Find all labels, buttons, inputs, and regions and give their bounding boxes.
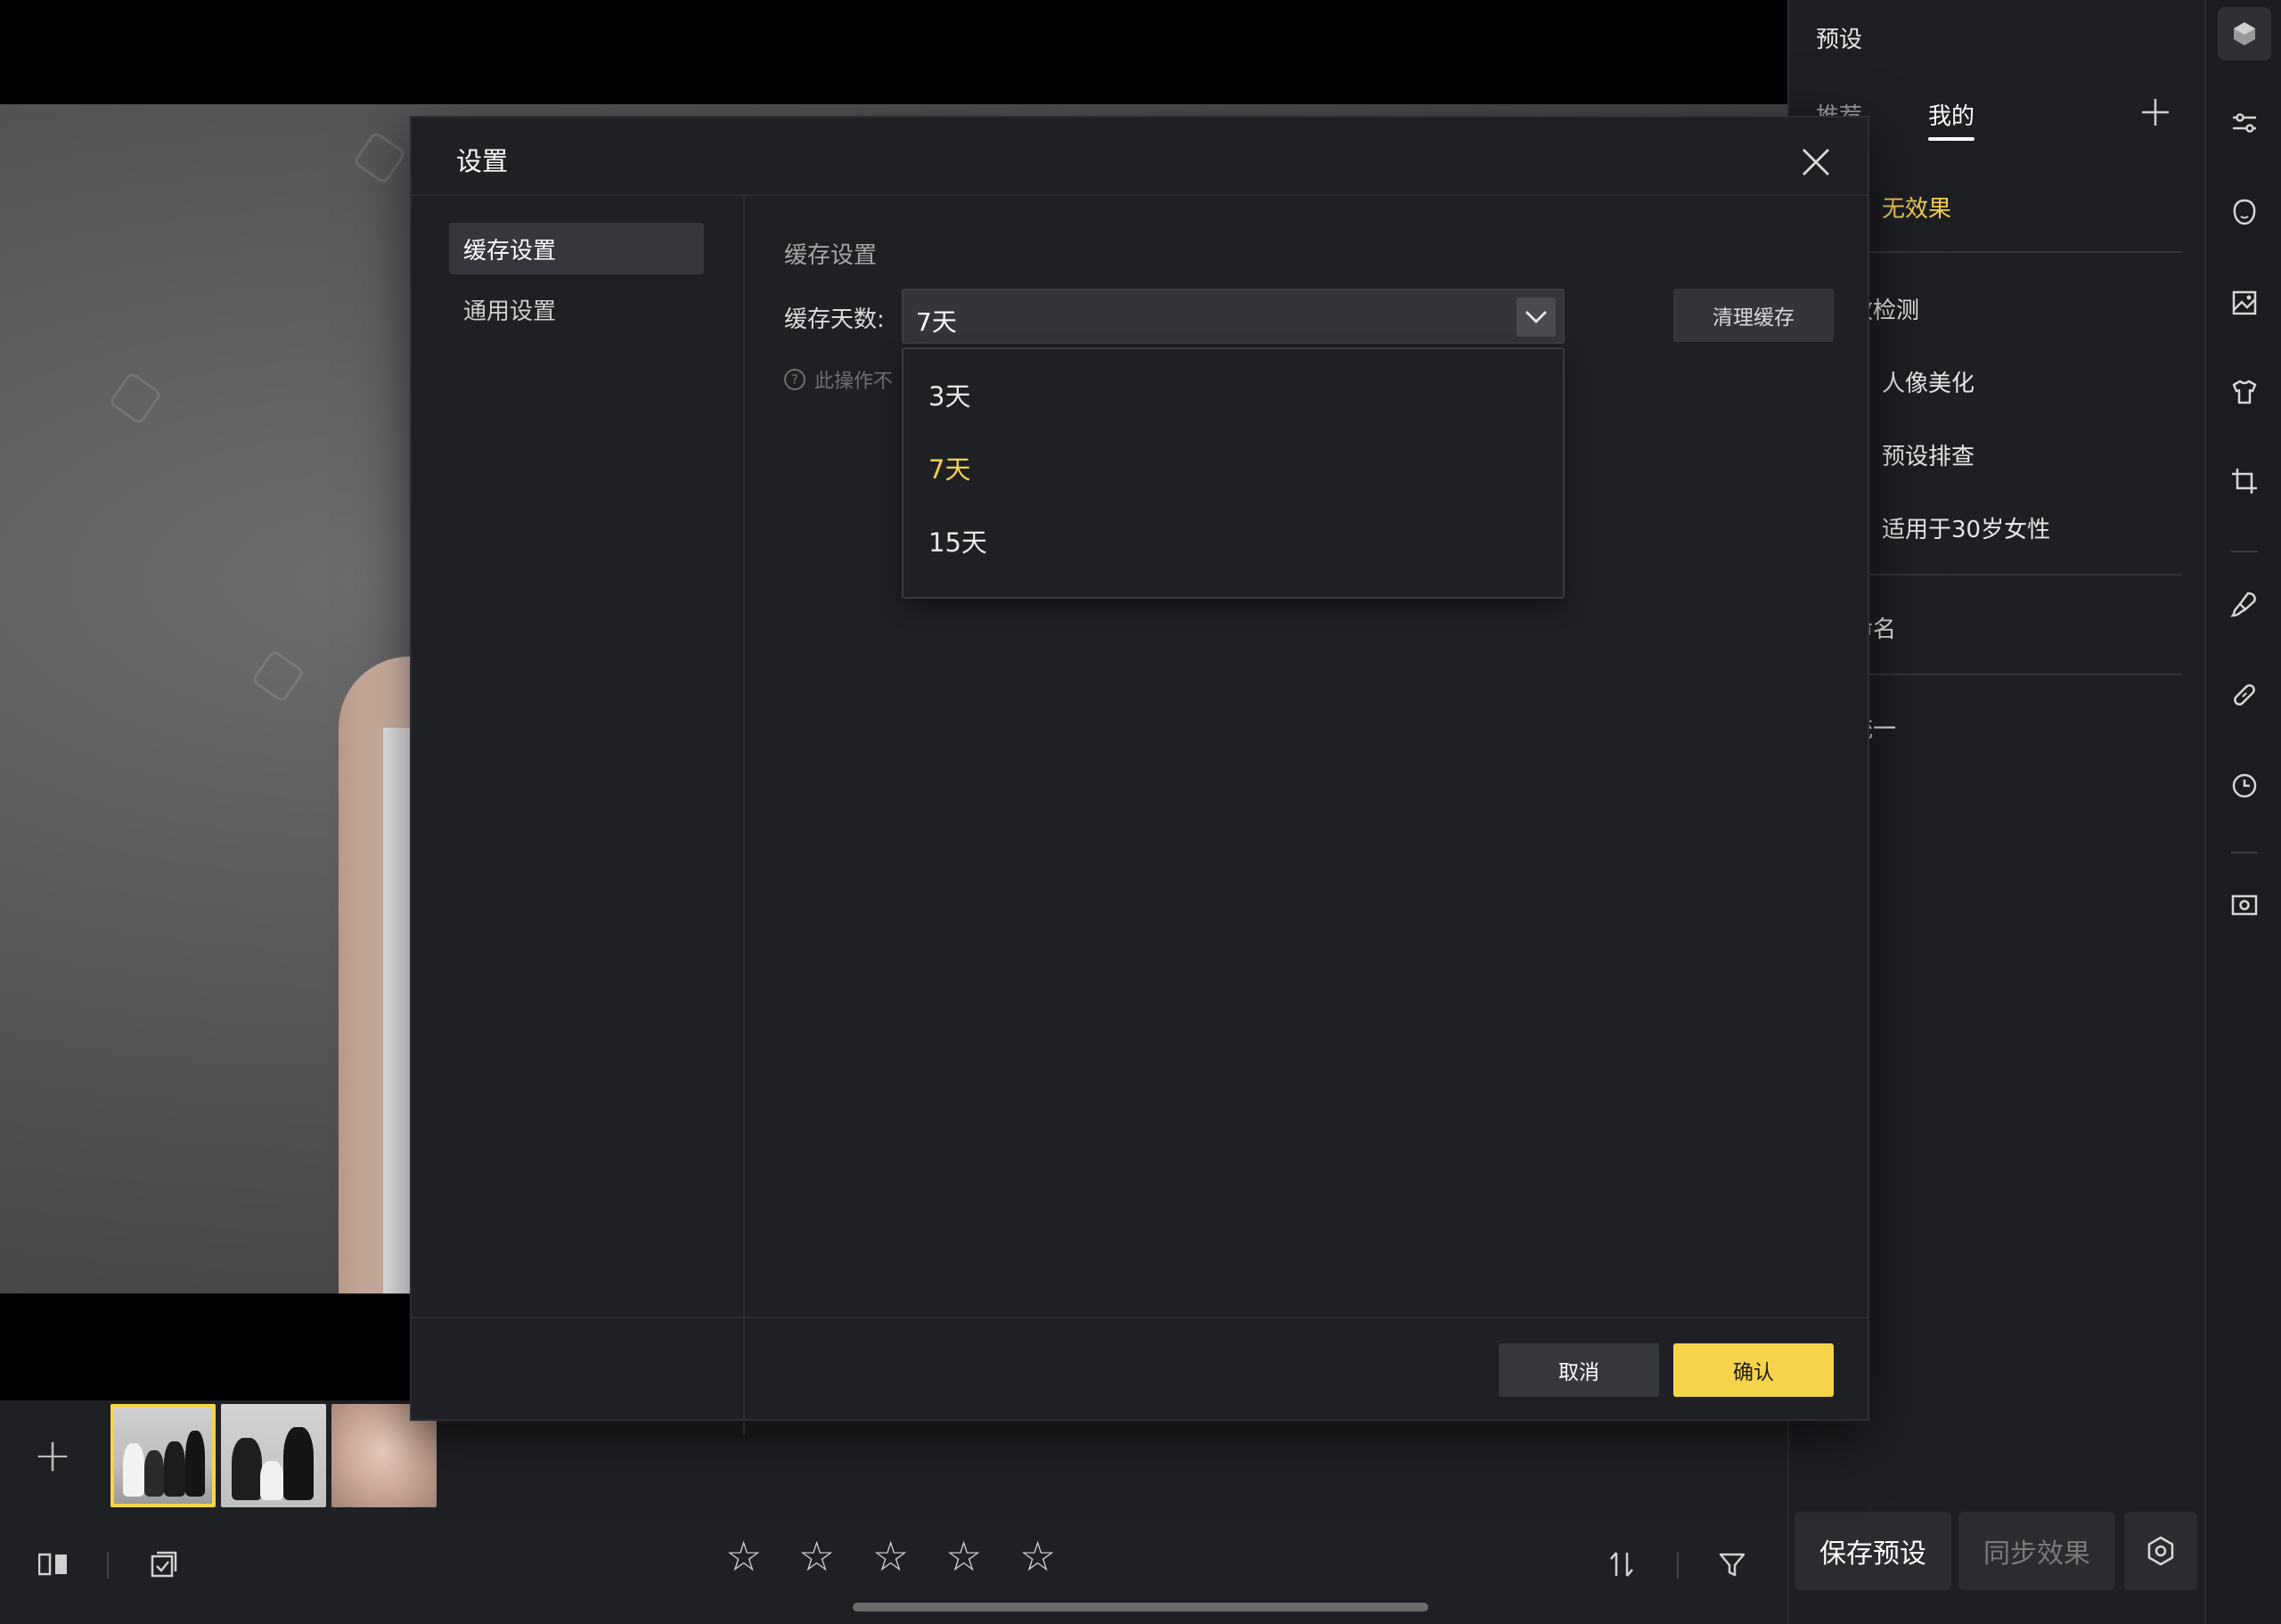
rating-star-icon-5[interactable]: ☆ [1019, 1532, 1056, 1580]
dialog-title: 设置 [456, 146, 509, 176]
cache-days-dropdown: 3天 7天 15天 [902, 347, 1565, 599]
dialog-footer-divider [412, 1317, 1868, 1318]
option-3-days[interactable]: 3天 [928, 376, 970, 413]
cache-days-label: 缓存天数: [784, 306, 885, 333]
section-title: 缓存设置 [784, 242, 878, 269]
add-preset-icon[interactable] [2140, 89, 2171, 137]
tool-rail [2204, 0, 2281, 1624]
clothing-icon[interactable] [2218, 365, 2271, 419]
hint-text: 此操作不 [814, 371, 894, 393]
preset-check[interactable]: 预设排查 [1882, 438, 1974, 471]
toolbar-divider [107, 1552, 109, 1579]
active-tab-indicator [1928, 137, 1974, 141]
compare-split-icon[interactable] [27, 1538, 80, 1591]
rating-star-icon-1[interactable]: ☆ [725, 1532, 762, 1580]
dialog-sidebar-divider [743, 196, 745, 1434]
horizontal-scrollbar[interactable] [853, 1603, 1428, 1612]
settings-gear-icon[interactable] [2124, 1512, 2197, 1590]
face-outline-icon[interactable] [2218, 185, 2271, 239]
chevron-down-icon[interactable] [1517, 298, 1556, 337]
rating-star-icon-4[interactable]: ☆ [945, 1532, 982, 1580]
select-checkbox-icon[interactable] [137, 1538, 191, 1591]
divider [1816, 673, 2181, 675]
cache-days-select[interactable]: 7天 [902, 289, 1565, 344]
settings-dialog: 设置 缓存设置 通用设置 缓存设置 缓存天数: 7天 清理缓存 ? 此操作不 3… [410, 116, 1869, 1434]
cache-days-value: 7天 [916, 307, 957, 337]
top-bar [0, 0, 1787, 104]
cache-hint: ? 此操作不 [784, 365, 893, 394]
rating-star-icon-2[interactable]: ☆ [798, 1532, 835, 1580]
dialog-header-divider [412, 194, 1868, 196]
brush-icon[interactable] [2218, 577, 2271, 631]
clear-cache-button[interactable]: 清理缓存 [1673, 289, 1834, 342]
rating-star-icon-3[interactable]: ☆ [872, 1532, 909, 1580]
thumbnail-family-2[interactable] [221, 1404, 326, 1507]
option-15-days[interactable]: 15天 [928, 522, 987, 559]
preset-portrait-beauty[interactable]: 人像美化 [1882, 365, 1974, 398]
crop-icon[interactable] [2218, 454, 2271, 508]
cancel-button[interactable]: 取消 [1499, 1343, 1659, 1397]
rail-divider [2231, 551, 2258, 552]
rail-divider [2231, 852, 2258, 853]
thumbnail-family-1[interactable] [110, 1404, 216, 1507]
bandage-icon[interactable] [2218, 668, 2271, 722]
preset-age30-female[interactable]: 适用于30岁女性 [1882, 511, 2050, 544]
close-icon[interactable] [1789, 135, 1843, 189]
option-7-days[interactable]: 7天 [928, 449, 970, 486]
watermark-icon [352, 130, 407, 185]
confirm-button[interactable]: 确认 [1673, 1343, 1834, 1397]
divider [1816, 574, 2181, 575]
history-clock-icon[interactable] [2218, 759, 2271, 812]
watermark-icon [250, 649, 306, 704]
toolbar-divider [1677, 1552, 1679, 1579]
sync-effect-button[interactable]: 同步效果 [1958, 1512, 2115, 1590]
save-preset-button[interactable]: 保存预设 [1795, 1512, 1951, 1590]
sliders-icon[interactable] [2218, 96, 2271, 150]
sort-icon[interactable] [1595, 1538, 1648, 1591]
add-photo-button[interactable]: + [0, 1400, 105, 1511]
image-icon[interactable] [2218, 276, 2271, 330]
preset-no-effect[interactable]: 无效果 [1882, 191, 1951, 224]
camera-icon[interactable] [2218, 878, 2271, 932]
divider [1816, 251, 2181, 253]
filter-funnel-icon[interactable] [1705, 1538, 1759, 1591]
tab-mine[interactable]: 我的 [1928, 98, 1974, 131]
question-circle-icon: ? [784, 369, 805, 390]
nav-cache-settings[interactable]: 缓存设置 [449, 223, 704, 274]
panel-title: 预设 [1816, 27, 1863, 53]
app-logo-icon[interactable] [2218, 7, 2271, 61]
nav-general-settings[interactable]: 通用设置 [449, 283, 704, 335]
watermark-icon [108, 371, 163, 426]
